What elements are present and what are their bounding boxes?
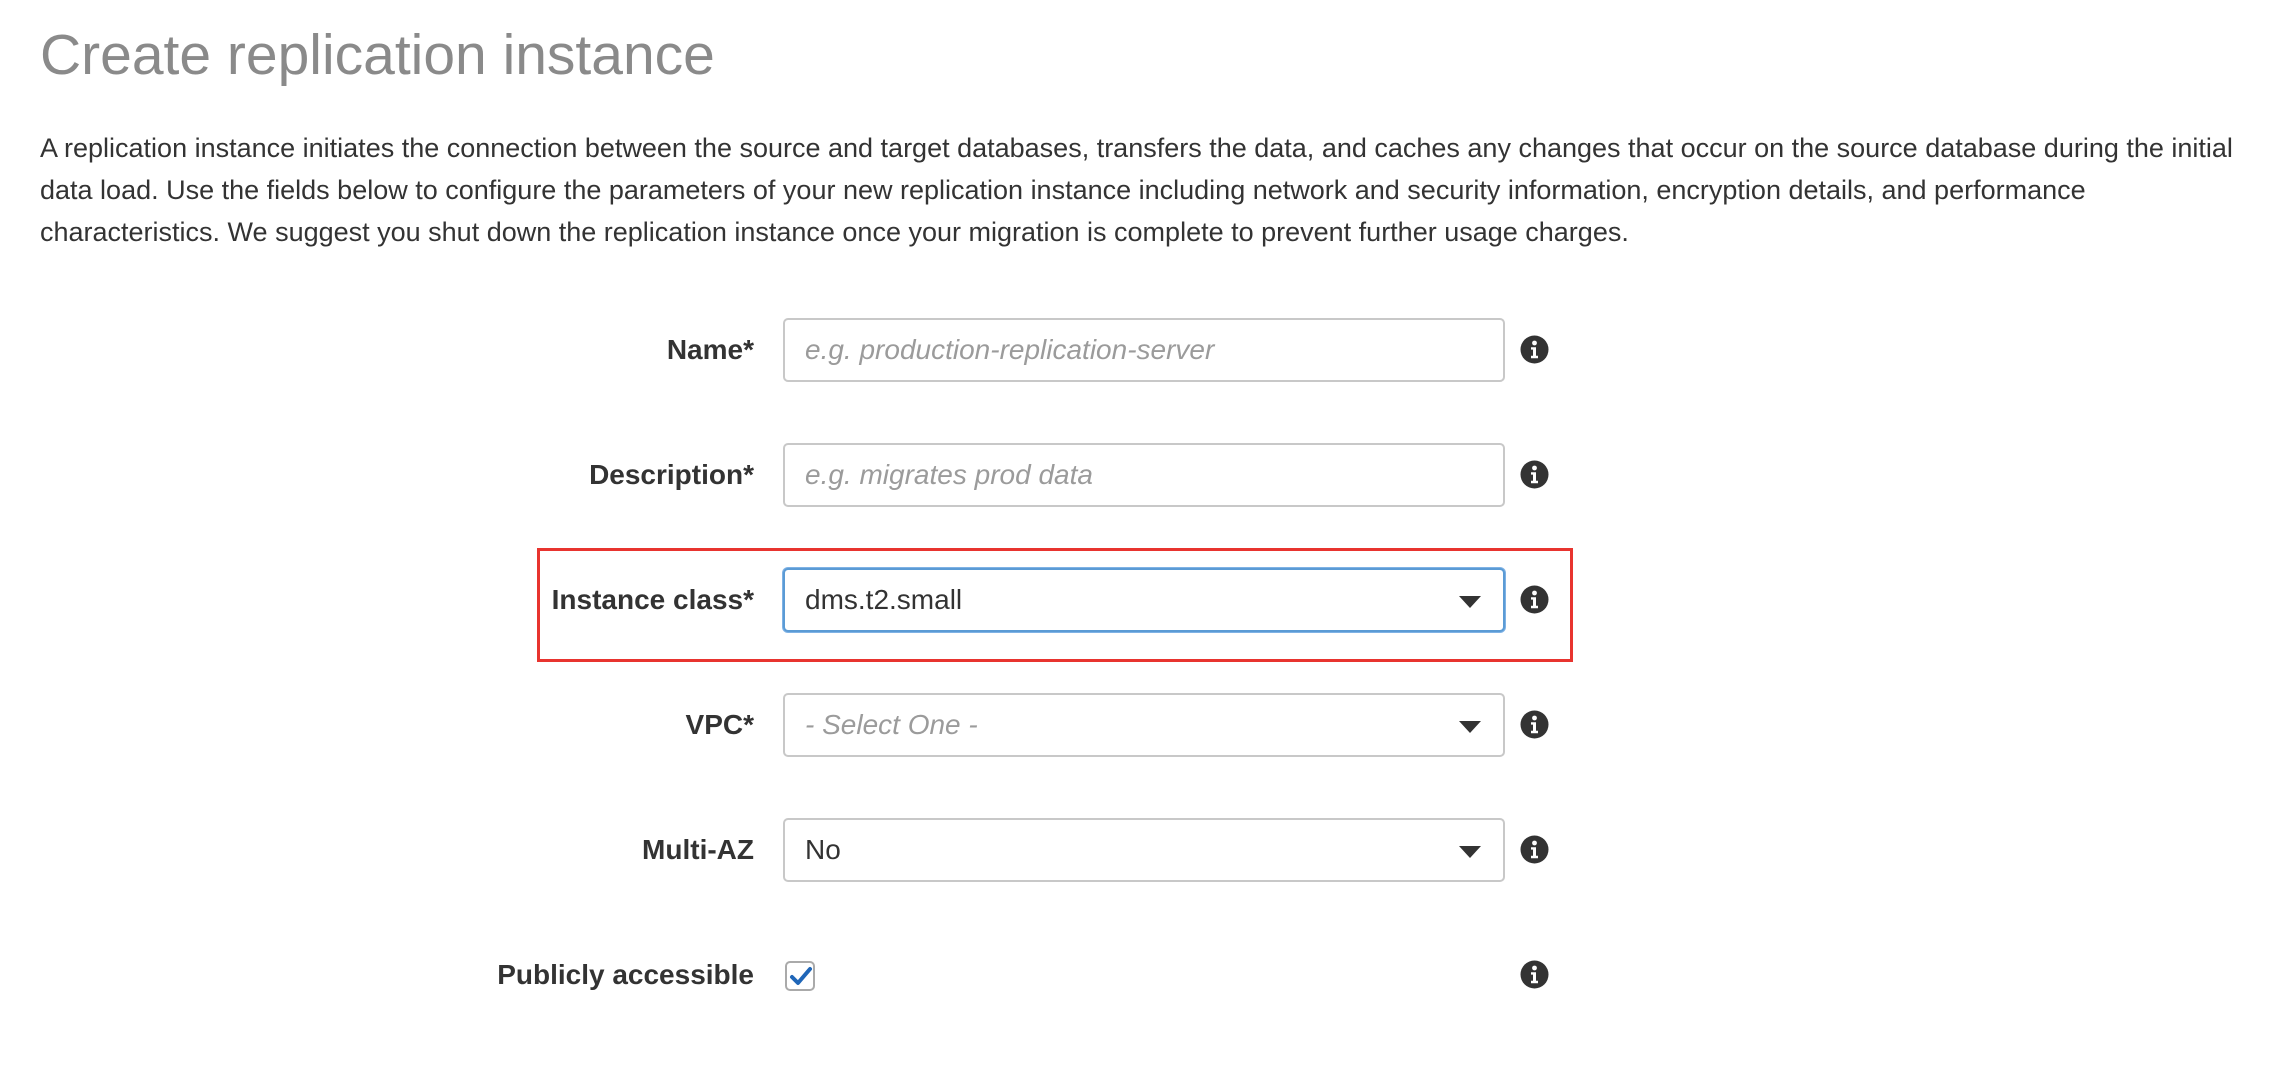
vpc-select[interactable]: - Select One -: [783, 693, 1505, 757]
info-icon[interactable]: [1520, 460, 1549, 489]
multi-az-selected-value: No: [805, 834, 841, 865]
vpc-placeholder: - Select One -: [805, 709, 978, 740]
create-replication-instance-page: Create replication instance A replicatio…: [0, 0, 2276, 1082]
name-row: Name*: [0, 318, 2276, 382]
name-label: Name*: [666, 334, 754, 365]
chevron-down-icon: [1459, 846, 1481, 858]
chevron-down-icon: [1459, 721, 1481, 733]
page-title: Create replication instance: [40, 23, 715, 87]
instance-class-label: Instance class*: [551, 584, 754, 615]
publicly-accessible-checkbox[interactable]: [785, 961, 815, 991]
description-input[interactable]: [783, 443, 1505, 507]
multi-az-select[interactable]: No: [783, 818, 1505, 882]
instance-class-select[interactable]: dms.t2.small: [783, 568, 1505, 632]
multi-az-label: Multi-AZ: [642, 834, 754, 865]
info-icon[interactable]: [1520, 710, 1549, 739]
info-icon[interactable]: [1520, 585, 1549, 614]
description-label: Description*: [589, 459, 754, 490]
instance-class-row: Instance class* dms.t2.small: [0, 568, 2276, 632]
checkmark-icon: [790, 967, 812, 985]
multi-az-row: Multi-AZ No: [0, 818, 2276, 882]
instance-class-selected-value: dms.t2.small: [805, 584, 963, 615]
info-icon[interactable]: [1520, 335, 1549, 364]
vpc-row: VPC* - Select One -: [0, 693, 2276, 757]
description-row: Description*: [0, 443, 2276, 507]
info-icon[interactable]: [1520, 835, 1549, 864]
vpc-label: VPC*: [685, 709, 754, 740]
name-input[interactable]: [783, 318, 1505, 382]
publicly-accessible-label: Publicly accessible: [497, 959, 754, 990]
info-icon[interactable]: [1520, 960, 1549, 989]
chevron-down-icon: [1459, 596, 1481, 608]
publicly-accessible-row: Publicly accessible: [0, 943, 2276, 1007]
page-description: A replication instance initiates the con…: [40, 133, 2233, 247]
